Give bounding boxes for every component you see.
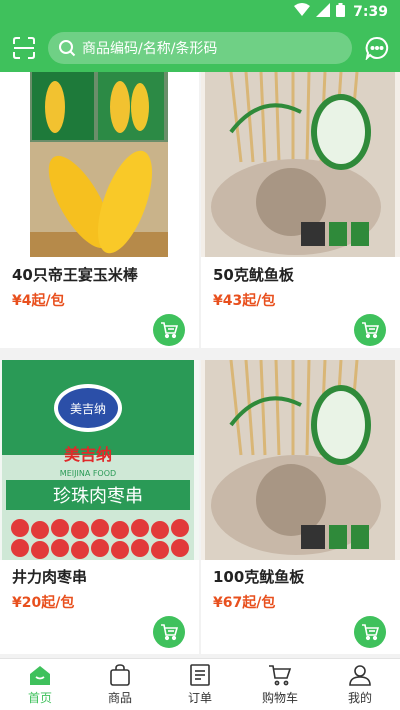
package-line-text: 珍珠肉枣串 [53, 486, 143, 507]
package-brand-en-text: MEIJINA FOOD [60, 469, 116, 478]
bottom-tab-bar: 首页 商品 订单 购物车 我的 [0, 658, 400, 710]
product-price: ¥43起/包 [213, 293, 276, 309]
add-to-cart-button[interactable] [153, 616, 185, 648]
search-placeholder: 商品编码/名称/条形码 [82, 41, 218, 57]
status-bar: 7:39 [0, 0, 400, 24]
product-image-meat-skewer: 美吉纳 美吉纳 MEIJINA FOOD 珍珠肉枣串 [0, 360, 199, 560]
scan-icon [13, 37, 35, 59]
battery-icon [336, 3, 346, 21]
package-brand-text: 美吉纳 [64, 445, 112, 464]
search-icon [59, 40, 76, 57]
package-brand-text: 美吉纳 [70, 402, 106, 416]
product-card[interactable]: 40只帝王宴玉米棒 ¥4起/包 [0, 72, 199, 348]
product-title: 井力肉枣串 [12, 568, 88, 586]
user-icon [349, 664, 371, 686]
tab-label: 购物车 [261, 690, 298, 705]
product-title: 100克鱿鱼板 [213, 568, 305, 586]
product-title: 40只帝王宴玉米棒 [12, 266, 138, 284]
tab-label: 订单 [187, 690, 212, 705]
cart-icon [269, 664, 292, 685]
tab-label: 我的 [347, 690, 372, 705]
top-bar: 商品编码/名称/条形码 [0, 24, 400, 72]
add-to-cart-button[interactable] [153, 314, 185, 346]
shopping-bag-icon [110, 663, 130, 686]
tab-label: 商品 [107, 690, 132, 705]
product-card[interactable]: 美吉纳 美吉纳 MEIJINA FOOD 珍珠肉枣串 井力肉枣串 ¥20起/包 [0, 360, 199, 654]
add-to-cart-button[interactable] [354, 616, 386, 648]
product-price: ¥67起/包 [213, 595, 276, 611]
product-title: 50克鱿鱼板 [213, 266, 294, 284]
product-image-corn [0, 72, 199, 257]
add-to-cart-button[interactable] [354, 314, 386, 346]
tab-home[interactable]: 首页 [0, 659, 80, 710]
product-card[interactable]: 50克鱿鱼板 ¥43起/包 [201, 72, 400, 348]
cart-icon [161, 624, 178, 641]
scan-button[interactable] [10, 34, 38, 62]
clock: 7:39 [353, 4, 388, 20]
search-bar[interactable]: 商品编码/名称/条形码 [48, 32, 352, 64]
message-button[interactable] [364, 35, 390, 61]
tab-label: 首页 [27, 690, 52, 705]
home-icon [30, 665, 50, 685]
cart-icon [362, 322, 379, 339]
wifi-icon [294, 3, 311, 21]
cart-icon [161, 322, 178, 339]
product-image-squid [201, 72, 400, 257]
product-card[interactable]: 100克鱿鱼板 ¥67起/包 [201, 360, 400, 654]
tab-orders[interactable]: 订单 [160, 659, 240, 710]
product-price: ¥20起/包 [12, 595, 75, 611]
chat-bubble-icon [365, 36, 389, 60]
signal-icon [316, 3, 331, 21]
product-price: ¥4起/包 [12, 293, 65, 309]
product-image-squid [201, 360, 400, 560]
tab-profile[interactable]: 我的 [320, 659, 400, 710]
product-grid: 40只帝王宴玉米棒 ¥4起/包 50克鱿鱼板 ¥43起/包 美吉纳 美吉纳 ME… [0, 72, 400, 658]
order-list-icon [190, 663, 210, 686]
tab-cart[interactable]: 购物车 [240, 659, 320, 710]
tab-products[interactable]: 商品 [80, 659, 160, 710]
cart-icon [362, 624, 379, 641]
